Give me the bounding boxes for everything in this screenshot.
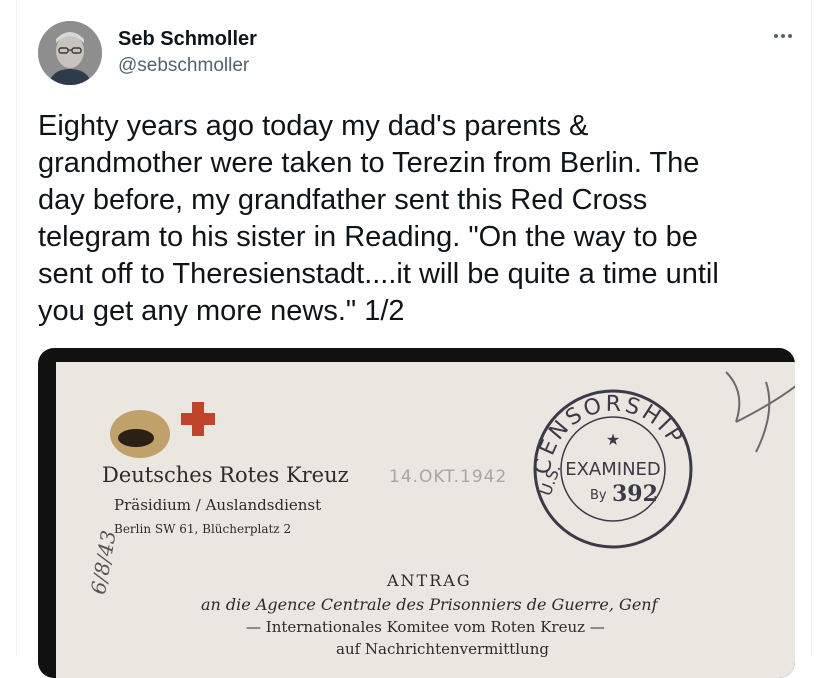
ellipsis-icon xyxy=(774,34,792,38)
telegram-document: Deutsches Rotes Kreuz Präsidium / Auslan… xyxy=(56,362,795,678)
user-handle[interactable]: @sebschmoller xyxy=(118,55,249,77)
red-cross-icon xyxy=(110,402,215,458)
censor-by-text: By xyxy=(590,488,607,503)
handwritten-date: 6/8/43 xyxy=(86,528,121,597)
doc-line-3: auf Nachrichtenvermittlung xyxy=(336,640,549,658)
doc-line-1: an die Agence Centrale des Prisonniers d… xyxy=(201,595,658,614)
signature-scribble xyxy=(725,371,795,453)
censor-center-text: EXAMINED xyxy=(565,459,661,480)
org-address: Berlin SW 61, Blücherplatz 2 xyxy=(114,522,292,536)
avatar[interactable] xyxy=(38,21,102,85)
avatar-photo xyxy=(38,21,102,85)
svg-text:★: ★ xyxy=(606,432,620,449)
date-stamp: 14.OKT.1942 xyxy=(389,467,508,487)
tweet: Seb Schmoller @sebschmoller Eighty years… xyxy=(16,0,812,678)
more-options-button[interactable] xyxy=(769,22,797,50)
org-department: Präsidium / Auslandsdienst xyxy=(114,496,322,514)
org-name: Deutsches Rotes Kreuz xyxy=(102,463,349,487)
doc-heading: ANTRAG xyxy=(387,571,472,590)
tweet-image[interactable]: Deutsches Rotes Kreuz Präsidium / Auslan… xyxy=(38,348,795,678)
display-name[interactable]: Seb Schmoller xyxy=(118,28,257,51)
tweet-text: Eighty years ago today my dad's parents … xyxy=(38,110,719,327)
censorship-stamp: CENSORSHIP ★ U.S. EXAMINED By 392 xyxy=(531,389,693,549)
censor-number: 392 xyxy=(612,481,658,507)
doc-line-2: — Internationales Komitee vom Roten Kreu… xyxy=(246,618,605,636)
